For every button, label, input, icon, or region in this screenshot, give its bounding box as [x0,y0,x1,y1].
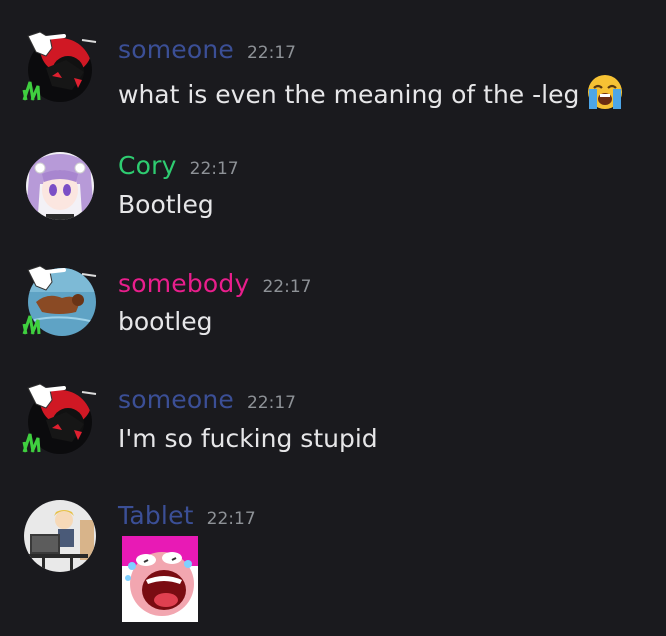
timestamp: 22:17 [262,277,312,297]
message-text: bootleg [118,307,213,336]
loudly-crying-face-icon [585,72,625,119]
username[interactable]: Tablet [118,502,194,530]
message-content: Bootleg [118,190,214,220]
laughing-crying-sticker[interactable] [122,536,198,622]
chat-log: someone 22:17 what is even the meaning o… [0,0,666,636]
message-text: what is even the meaning of the -leg [118,80,580,109]
timestamp: 22:17 [246,393,296,413]
timestamp: 22:17 [206,509,256,529]
avatar[interactable] [22,28,98,104]
avatar[interactable] [22,380,98,456]
message-content: bootleg [118,307,212,337]
message-text: I'm so fucking stupid [118,424,378,453]
timestamp: 22:17 [189,159,239,179]
avatar[interactable] [22,498,98,574]
username[interactable]: someone [118,36,234,64]
avatar[interactable] [22,144,98,220]
username[interactable]: someone [118,386,234,414]
username[interactable]: Cory [118,152,177,180]
avatar[interactable] [22,262,98,338]
message-content: I'm so fucking stupid [118,424,378,454]
username[interactable]: somebody [118,270,249,298]
message-text: Bootleg [118,190,214,219]
message-content: what is even the meaning of the -leg [118,72,625,119]
timestamp: 22:17 [246,43,296,63]
